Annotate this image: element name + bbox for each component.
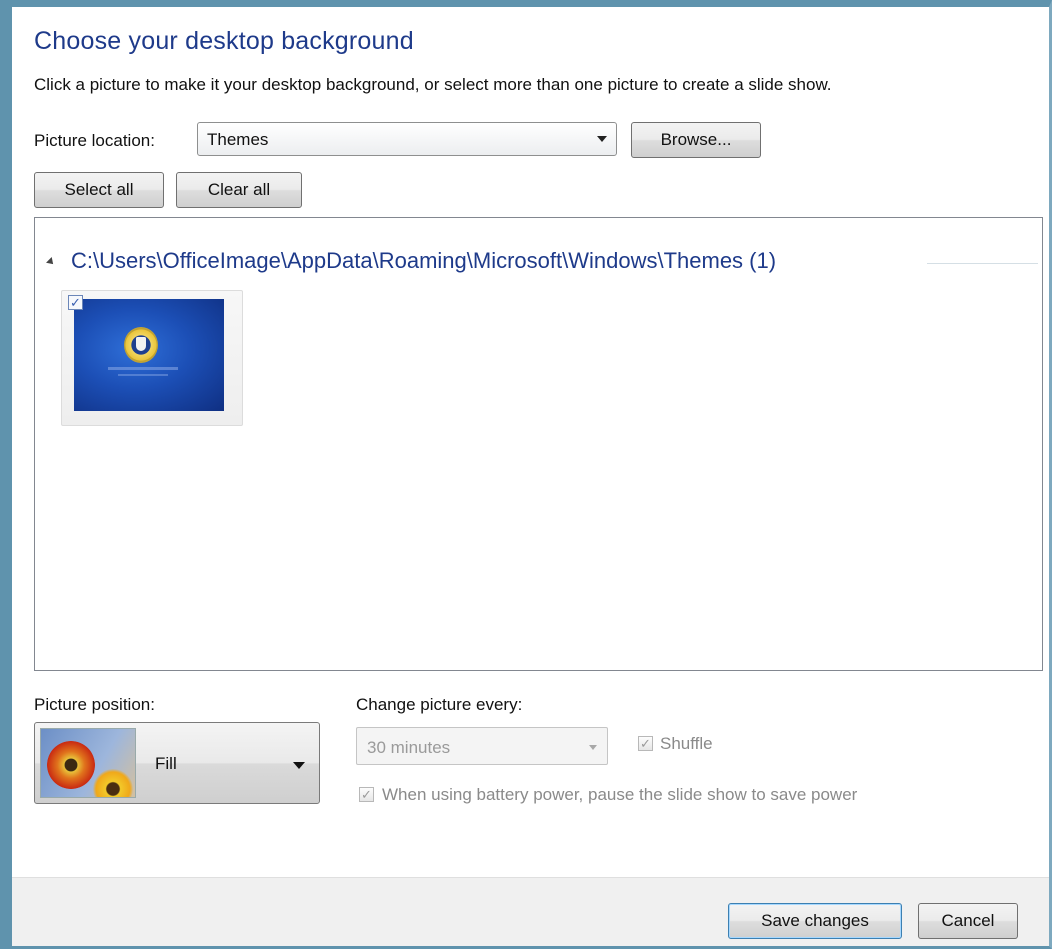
wallpaper-thumbnail[interactable]: ✓: [61, 290, 243, 426]
wallpaper-caption-line: [118, 374, 168, 376]
shuffle-label: Shuffle: [660, 734, 713, 753]
picture-location-dropdown[interactable]: Themes: [197, 122, 617, 156]
chevron-down-icon: [589, 745, 597, 750]
battery-pause-checkbox[interactable]: ✓: [359, 787, 374, 802]
chevron-down-icon: [597, 136, 607, 142]
cancel-button[interactable]: Cancel: [918, 903, 1018, 939]
picture-position-dropdown[interactable]: Fill: [34, 722, 320, 804]
wallpaper-caption-line: [108, 367, 178, 370]
change-picture-label: Change picture every:: [356, 695, 523, 714]
shuffle-checkbox[interactable]: ✓: [638, 736, 653, 751]
change-interval-value: 30 minutes: [367, 738, 451, 757]
picture-position-value: Fill: [155, 754, 177, 773]
wallpaper-image: [74, 299, 224, 411]
flower-yellow: [93, 769, 133, 797]
clear-all-button[interactable]: Clear all: [176, 172, 302, 208]
chevron-down-icon: [293, 762, 305, 769]
collapse-icon[interactable]: [46, 257, 56, 267]
picture-position-label: Picture position:: [34, 695, 155, 714]
browse-button[interactable]: Browse...: [631, 122, 761, 158]
flower-red: [47, 741, 95, 789]
picture-gallery: C:\Users\OfficeImage\AppData\Roaming\Mic…: [34, 217, 1043, 671]
page-title: Choose your desktop background: [34, 27, 414, 55]
gallery-group-header[interactable]: C:\Users\OfficeImage\AppData\Roaming\Mic…: [46, 248, 1038, 278]
instructions-text: Click a picture to make it your desktop …: [34, 75, 832, 94]
save-changes-label: Save changes: [761, 911, 869, 930]
select-all-button[interactable]: Select all: [34, 172, 164, 208]
clear-all-label: Clear all: [207, 180, 271, 199]
window-frame: Choose your desktop background Click a p…: [0, 0, 1052, 949]
seal-emblem-icon: [124, 327, 158, 363]
cancel-label: Cancel: [941, 911, 995, 930]
battery-pause-label: When using battery power, pause the slid…: [382, 785, 858, 804]
dialog-footer: Save changes Cancel: [12, 877, 1049, 946]
group-divider: [927, 263, 1038, 264]
select-all-label: Select all: [64, 180, 134, 199]
change-interval-dropdown[interactable]: 30 minutes: [356, 727, 608, 765]
thumbnail-checkbox[interactable]: ✓: [68, 295, 83, 310]
picture-location-value: Themes: [207, 130, 269, 149]
picture-location-label: Picture location:: [34, 131, 155, 150]
gallery-group-title: C:\Users\OfficeImage\AppData\Roaming\Mic…: [71, 248, 777, 273]
browse-button-label: Browse...: [660, 130, 732, 149]
flower-preview-icon: [40, 728, 136, 798]
save-changes-button[interactable]: Save changes: [728, 903, 902, 939]
dialog-content: Choose your desktop background Click a p…: [12, 7, 1049, 946]
